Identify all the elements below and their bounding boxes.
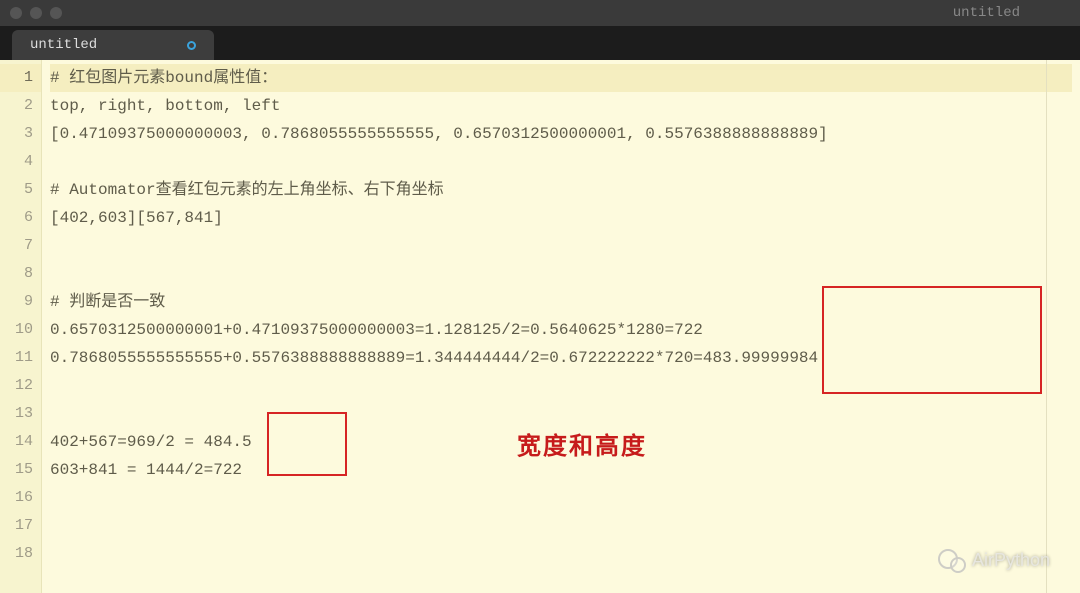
line-number[interactable]: 5 bbox=[0, 176, 41, 204]
line-number[interactable]: 13 bbox=[0, 400, 41, 428]
code-line[interactable] bbox=[50, 540, 1072, 568]
window-title: untitled bbox=[953, 5, 1020, 21]
margin-guide bbox=[1046, 60, 1047, 593]
code-line[interactable]: # 红包图片元素bound属性值： bbox=[50, 64, 1072, 92]
line-number[interactable]: 2 bbox=[0, 92, 41, 120]
code-line[interactable] bbox=[50, 372, 1072, 400]
code-line[interactable]: # 判断是否一致 bbox=[50, 288, 1072, 316]
line-number[interactable]: 15 bbox=[0, 456, 41, 484]
line-number[interactable]: 12 bbox=[0, 372, 41, 400]
wechat-icon bbox=[938, 549, 966, 571]
code-line[interactable] bbox=[50, 232, 1072, 260]
line-number[interactable]: 6 bbox=[0, 204, 41, 232]
line-number-gutter: 123456789101112131415161718 bbox=[0, 60, 42, 593]
tab-untitled[interactable]: untitled bbox=[12, 30, 214, 60]
line-number[interactable]: 9 bbox=[0, 288, 41, 316]
code-line[interactable]: 0.7868055555555555+0.5576388888888889=1.… bbox=[50, 344, 1072, 372]
modified-indicator-icon bbox=[187, 41, 196, 50]
line-number[interactable]: 10 bbox=[0, 316, 41, 344]
line-number[interactable]: 7 bbox=[0, 232, 41, 260]
annotation-label: 宽度和高度 bbox=[517, 426, 647, 461]
line-number[interactable]: 1 bbox=[0, 64, 41, 92]
code-line[interactable]: [402,603][567,841] bbox=[50, 204, 1072, 232]
watermark: AirPython bbox=[938, 549, 1050, 571]
tab-bar: untitled bbox=[0, 26, 1080, 60]
minimize-window-button[interactable] bbox=[30, 7, 42, 19]
line-number[interactable]: 11 bbox=[0, 344, 41, 372]
watermark-text: AirPython bbox=[972, 550, 1050, 571]
line-number[interactable]: 14 bbox=[0, 428, 41, 456]
code-line[interactable] bbox=[50, 512, 1072, 540]
tab-label: untitled bbox=[30, 37, 97, 53]
line-number[interactable]: 18 bbox=[0, 540, 41, 568]
code-line[interactable]: top, right, bottom, left bbox=[50, 92, 1072, 120]
line-number[interactable]: 16 bbox=[0, 484, 41, 512]
code-line[interactable] bbox=[50, 148, 1072, 176]
code-line[interactable]: 0.6570312500000001+0.47109375000000003=1… bbox=[50, 316, 1072, 344]
editor-area: 123456789101112131415161718 # 红包图片元素boun… bbox=[0, 60, 1080, 593]
code-line[interactable]: [0.47109375000000003, 0.7868055555555555… bbox=[50, 120, 1072, 148]
code-line[interactable] bbox=[50, 484, 1072, 512]
code-line[interactable] bbox=[50, 260, 1072, 288]
line-number[interactable]: 17 bbox=[0, 512, 41, 540]
code-content[interactable]: # 红包图片元素bound属性值：top, right, bottom, lef… bbox=[42, 60, 1080, 593]
maximize-window-button[interactable] bbox=[50, 7, 62, 19]
line-number[interactable]: 4 bbox=[0, 148, 41, 176]
code-line[interactable] bbox=[50, 400, 1072, 428]
window-controls bbox=[10, 7, 62, 19]
line-number[interactable]: 3 bbox=[0, 120, 41, 148]
titlebar: untitled bbox=[0, 0, 1080, 26]
close-window-button[interactable] bbox=[10, 7, 22, 19]
line-number[interactable]: 8 bbox=[0, 260, 41, 288]
code-line[interactable]: # Automator查看红包元素的左上角坐标、右下角坐标 bbox=[50, 176, 1072, 204]
